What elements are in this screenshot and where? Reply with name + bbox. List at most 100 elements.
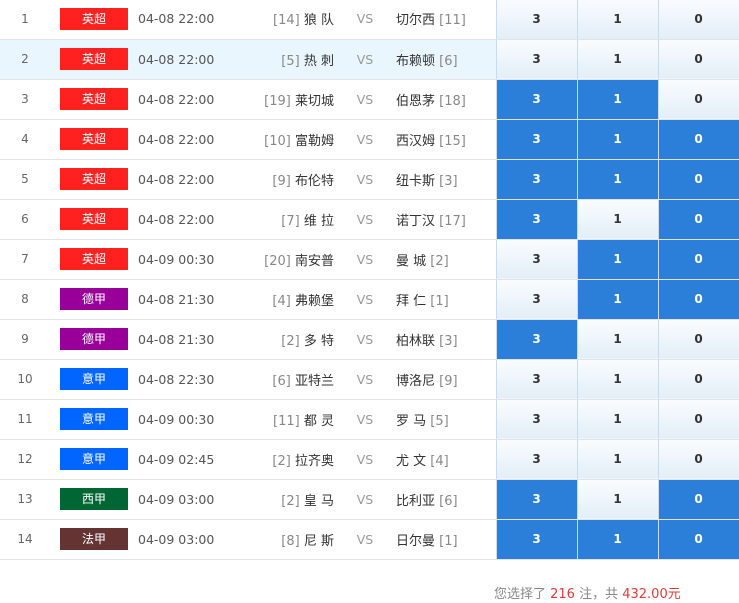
home-name[interactable]: 热 刺 (304, 54, 334, 69)
league-badge[interactable]: 意甲 (60, 448, 128, 470)
league-cell: 德甲 (50, 279, 138, 320)
home-name[interactable]: 亚特兰 (295, 374, 334, 389)
odd-draw-cell[interactable]: 1 (576, 159, 658, 200)
odd-home-win-cell[interactable]: 3 (495, 319, 577, 360)
odd-home-win-cell[interactable]: 3 (495, 479, 577, 520)
match-number: 9 (0, 319, 50, 360)
home-name[interactable]: 维 拉 (304, 214, 334, 229)
away-name[interactable]: 伯恩茅 (396, 94, 435, 109)
away-name[interactable]: 柏林联 (396, 334, 435, 349)
odd-draw-cell[interactable]: 1 (576, 359, 658, 400)
odd-home-win-cell[interactable]: 3 (495, 359, 577, 400)
away-team: 比利亚 [6] (396, 479, 496, 520)
league-badge[interactable]: 英超 (60, 88, 128, 110)
odd-draw-cell[interactable]: 1 (576, 519, 658, 560)
away-name[interactable]: 尤 文 (396, 454, 426, 469)
odd-home-win-cell[interactable]: 3 (495, 399, 577, 440)
league-badge[interactable]: 法甲 (60, 528, 128, 550)
away-team: 日尔曼 [1] (396, 519, 496, 560)
odd-draw-cell[interactable]: 1 (576, 39, 658, 80)
league-cell: 意甲 (50, 439, 138, 480)
odd-home-win-cell[interactable]: 3 (495, 279, 577, 320)
league-badge[interactable]: 西甲 (60, 488, 128, 510)
home-team: [8] 尼 斯 (244, 519, 334, 560)
odd-draw-cell[interactable]: 1 (576, 439, 658, 480)
league-badge[interactable]: 意甲 (60, 368, 128, 390)
odd-away-win-cell[interactable]: 0 (657, 0, 739, 40)
away-name[interactable]: 诺丁汉 (396, 214, 435, 229)
away-name[interactable]: 日尔曼 (396, 534, 435, 549)
away-name[interactable]: 纽卡斯 (396, 174, 435, 189)
league-badge[interactable]: 英超 (60, 48, 128, 70)
away-name[interactable]: 切尔西 (396, 13, 435, 28)
league-badge[interactable]: 英超 (60, 208, 128, 230)
home-name[interactable]: 狼 队 (304, 13, 334, 28)
odd-draw-cell[interactable]: 1 (576, 0, 658, 40)
away-name[interactable]: 比利亚 (396, 494, 435, 509)
odd-away-win-cell[interactable]: 0 (657, 439, 739, 480)
home-name[interactable]: 布伦特 (295, 174, 334, 189)
odd-home-win-cell[interactable]: 3 (495, 439, 577, 480)
home-name[interactable]: 弗赖堡 (295, 294, 334, 309)
match-time: 04-08 22:00 (138, 0, 244, 40)
odd-away-win-cell[interactable]: 0 (657, 279, 739, 320)
odd-draw-cell[interactable]: 1 (576, 479, 658, 520)
odd-away-win-cell[interactable]: 0 (657, 319, 739, 360)
away-name[interactable]: 罗 马 (396, 414, 426, 429)
odd-away-win-cell[interactable]: 0 (657, 519, 739, 560)
away-name[interactable]: 博洛尼 (396, 374, 435, 389)
league-badge[interactable]: 英超 (60, 168, 128, 190)
odd-away-win-cell[interactable]: 0 (657, 359, 739, 400)
odd-away-win-cell[interactable]: 0 (657, 79, 739, 120)
home-name[interactable]: 富勒姆 (295, 134, 334, 149)
odd-away-win-cell[interactable]: 0 (657, 119, 739, 160)
vs-label: VS (334, 439, 396, 480)
odd-draw-cell[interactable]: 1 (576, 79, 658, 120)
odd-home-win-cell[interactable]: 3 (495, 39, 577, 80)
home-name[interactable]: 尼 斯 (304, 534, 334, 549)
odd-draw-cell[interactable]: 1 (576, 399, 658, 440)
league-badge[interactable]: 德甲 (60, 328, 128, 350)
home-name[interactable]: 皇 马 (304, 494, 334, 509)
odd-away-win-cell[interactable]: 0 (657, 39, 739, 80)
odd-home-win-cell[interactable]: 3 (495, 519, 577, 560)
match-time: 04-09 00:30 (138, 399, 244, 440)
match-time: 04-08 22:00 (138, 199, 244, 240)
odd-draw-cell[interactable]: 1 (576, 199, 658, 240)
odd-away-win-cell[interactable]: 0 (657, 399, 739, 440)
away-name[interactable]: 曼 城 (396, 254, 426, 269)
odd-home-win-cell[interactable]: 3 (495, 0, 577, 40)
odd-home-win-cell[interactable]: 3 (495, 239, 577, 280)
away-team: 伯恩茅 [18] (396, 79, 496, 120)
league-badge[interactable]: 意甲 (60, 408, 128, 430)
league-badge[interactable]: 英超 (60, 128, 128, 150)
home-name[interactable]: 拉齐奥 (295, 454, 334, 469)
odd-home-win-cell[interactable]: 3 (495, 79, 577, 120)
league-badge[interactable]: 德甲 (60, 288, 128, 310)
odd-home-win-cell[interactable]: 3 (495, 159, 577, 200)
odd-draw-cell[interactable]: 1 (576, 119, 658, 160)
home-name[interactable]: 都 灵 (304, 414, 334, 429)
odd-away-win-cell[interactable]: 0 (657, 159, 739, 200)
odd-home-win-cell[interactable]: 3 (495, 119, 577, 160)
away-team: 博洛尼 [9] (396, 359, 496, 400)
away-rank: [17] (439, 213, 466, 229)
league-badge[interactable]: 英超 (60, 248, 128, 270)
home-name[interactable]: 南安普 (295, 254, 334, 269)
odd-away-win-cell[interactable]: 0 (657, 199, 739, 240)
odd-away-win-cell[interactable]: 0 (657, 239, 739, 280)
away-name[interactable]: 布赖顿 (396, 54, 435, 69)
odd-draw-cell[interactable]: 1 (576, 319, 658, 360)
league-badge[interactable]: 英超 (60, 7, 128, 30)
vs-label: VS (334, 399, 396, 440)
away-name[interactable]: 拜 仁 (396, 294, 426, 309)
odd-home-win-cell[interactable]: 3 (495, 199, 577, 240)
odd-draw-cell[interactable]: 1 (576, 279, 658, 320)
match-number: 14 (0, 519, 50, 560)
odd-draw-cell[interactable]: 1 (576, 239, 658, 280)
home-name[interactable]: 莱切城 (295, 94, 334, 109)
home-team: [4] 弗赖堡 (244, 279, 334, 320)
away-name[interactable]: 西汉姆 (396, 134, 435, 149)
odd-away-win-cell[interactable]: 0 (657, 479, 739, 520)
home-name[interactable]: 多 特 (304, 334, 334, 349)
